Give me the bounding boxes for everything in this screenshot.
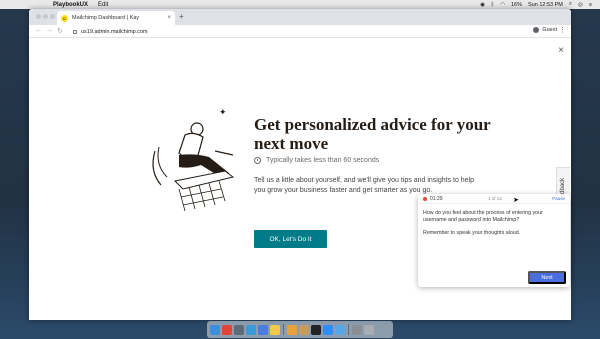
mouse-cursor-icon: ➤ (513, 197, 519, 204)
preview-icon[interactable] (352, 324, 362, 335)
trash-icon[interactable] (364, 324, 374, 335)
mac-menubar: PlaybookUX Edit ◉ ᛒ ◠ 16% Sun 12:53 PM ⌕… (0, 0, 600, 9)
profile-button[interactable]: Guest (533, 27, 557, 33)
contacts-icon[interactable] (299, 324, 309, 335)
task-widget: 01:29 1 of 13 Pause How do you feel abou… (418, 194, 570, 287)
browser-toolbar: ← → ↻ us19.admin.mailchimp.com Guest ⋮ (29, 25, 571, 38)
safari-icon[interactable] (246, 324, 256, 335)
skype-icon[interactable]: ◉ (480, 2, 485, 8)
pause-button[interactable]: Pause (552, 196, 565, 201)
tab-title: Mailchimp Dashboard | Kay (72, 15, 140, 21)
photos-icon[interactable] (287, 324, 297, 335)
chrome-icon[interactable] (222, 324, 232, 335)
task-timer: 01:29 (430, 196, 443, 202)
menu-app-name[interactable]: PlaybookUX (53, 2, 88, 8)
person-illustration (152, 122, 235, 212)
window-minimize-button[interactable] (43, 14, 48, 19)
browser-menu-icon[interactable]: ⋮ (559, 26, 566, 34)
zoom-icon[interactable] (323, 324, 333, 335)
profile-label: Guest (542, 27, 557, 33)
next-button[interactable]: Next (528, 271, 566, 284)
uxapp-icon[interactable] (335, 324, 345, 335)
gmail-icon[interactable] (234, 324, 244, 335)
time-estimate-text: Typically takes less than 60 seconds (266, 157, 380, 164)
back-icon[interactable]: ← (35, 27, 42, 34)
finder-icon[interactable] (210, 324, 220, 335)
desktop: PlaybookUX Edit ◉ ᛒ ◠ 16% Sun 12:53 PM ⌕… (0, 0, 600, 339)
sparkle-icon: ✦ (219, 107, 227, 117)
page-title: Get personalized advice for your next mo… (254, 115, 491, 153)
menu-edit[interactable]: Edit (98, 2, 108, 8)
window-close-button[interactable] (36, 14, 41, 19)
new-tab-button[interactable]: + (179, 12, 184, 21)
dock-divider (348, 324, 349, 335)
clock-icon (254, 157, 261, 164)
notification-center-icon[interactable]: ≡ (589, 2, 592, 8)
window-zoom-button[interactable] (50, 14, 55, 19)
reload-icon[interactable]: ↻ (57, 27, 63, 35)
tab-strip: C Mailchimp Dashboard | Kay × + (29, 9, 571, 25)
tab-close-icon[interactable]: × (167, 15, 171, 21)
dock-divider (283, 324, 284, 335)
task-hint: Remember to speak your thoughts aloud. (423, 230, 521, 236)
time-estimate: Typically takes less than 60 seconds (254, 157, 379, 164)
lets-do-it-button[interactable]: OK, Let's Do It (254, 230, 327, 248)
mailchimp-favicon-icon: C (61, 14, 68, 22)
address-bar-text: us19.admin.mailchimp.com (81, 28, 148, 35)
browser-tab[interactable]: C Mailchimp Dashboard | Kay × (57, 11, 175, 25)
wifi-icon[interactable]: ◠ (500, 2, 505, 8)
bluetooth-icon[interactable]: ᛒ (491, 2, 494, 8)
close-icon[interactable]: × (558, 45, 564, 56)
forward-icon[interactable]: → (46, 27, 53, 34)
task-question: How do you feel about the process of ent… (423, 210, 543, 223)
page-description: Tell us a little about yourself, and we'… (254, 177, 475, 194)
task-header: 01:29 1 of 13 Pause (418, 194, 570, 204)
lock-icon (73, 29, 77, 34)
clock-label[interactable]: Sun 12:53 PM (528, 2, 563, 8)
notes-icon[interactable] (270, 324, 280, 335)
mac-dock (207, 321, 393, 338)
siri-icon[interactable]: ◎ (578, 2, 583, 8)
recording-icon (423, 197, 427, 201)
spotlight-icon[interactable]: ⌕ (569, 1, 572, 8)
notion-icon[interactable] (311, 324, 321, 335)
appstore-icon[interactable] (258, 324, 268, 335)
task-progress: 1 of 13 (488, 196, 502, 201)
menubar-status: ◉ ᛒ ◠ 16% Sun 12:53 PM ⌕ ◎ ≡ (480, 0, 592, 9)
avatar-icon (533, 27, 540, 33)
battery-label[interactable]: 16% (511, 2, 522, 8)
address-bar[interactable]: us19.admin.mailchimp.com (73, 27, 148, 36)
